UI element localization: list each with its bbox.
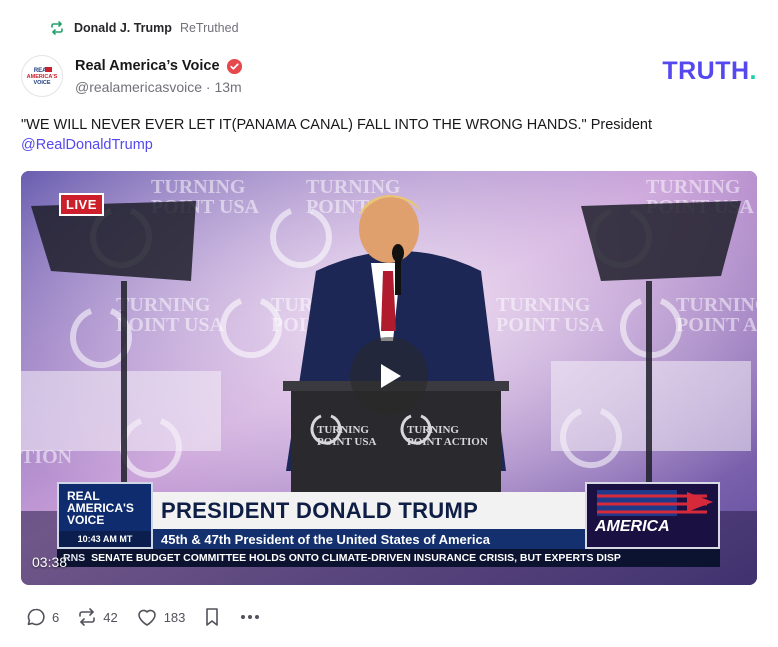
svg-text:POINT: POINT (306, 196, 370, 218)
retruth-icon (79, 608, 96, 626)
retruth-label: ReTruthed (179, 21, 239, 35)
play-icon (381, 364, 401, 388)
svg-text:TURNING: TURNING (496, 294, 591, 316)
more-icon (241, 615, 260, 619)
lower-third: REAL AMERICA'S VOICE 10:43 AM MT PRESIDE… (57, 482, 720, 549)
lt-logo-line3: VOICE (67, 513, 105, 527)
lt-headline: PRESIDENT DONALD TRUMP (161, 498, 479, 523)
avatar[interactable]: REAL AMERICA'S VOICE (21, 55, 63, 97)
lower-third-america-graphic: AMERICA (585, 482, 720, 549)
retruth-header: Donald J. Trump ReTruthed (48, 18, 239, 38)
like-count: 183 (163, 609, 186, 625)
heart-icon (137, 609, 156, 626)
truth-logo[interactable]: TRUTH. (662, 57, 757, 86)
svg-text:POINT USA: POINT USA (116, 314, 225, 336)
svg-text:TURNING: TURNING (317, 424, 369, 436)
ticker-text: SENATE BUDGET COMMITTEE HOLDS ONTO CLIMA… (91, 552, 621, 564)
reply-icon (27, 608, 45, 626)
lt-time: 10:43 AM MT (59, 531, 151, 547)
lt-subline: 45th & 47th President of the United Stat… (153, 529, 586, 549)
more-button[interactable] (239, 607, 261, 627)
svg-text:TURNING: TURNING (151, 176, 246, 198)
svg-text:POINT USA: POINT USA (317, 436, 376, 448)
lower-third-logo: REAL AMERICA'S VOICE 10:43 AM MT (57, 482, 153, 549)
live-badge: LIVE (59, 193, 104, 216)
mention-link[interactable]: @RealDonaldTrump (21, 137, 153, 153)
reply-count: 6 (52, 609, 60, 625)
account-handle-time: @realamericasvoice · 13m (75, 78, 242, 95)
action-bar: 6 42 183 (26, 606, 279, 628)
post-text: "WE WILL NEVER EVER LET IT(PANAMA CANAL)… (21, 115, 757, 155)
svg-text:TURNING: TURNING (407, 424, 459, 436)
news-ticker: RNS SENATE BUDGET COMMITTEE HOLDS ONTO C… (57, 549, 720, 567)
lower-third-main: PRESIDENT DONALD TRUMP 45th & 47th Presi… (153, 492, 586, 549)
svg-text:TURNING: TURNING (306, 176, 401, 198)
retruth-button[interactable]: 42 (77, 607, 118, 627)
account-name[interactable]: Real America’s Voice (75, 58, 220, 74)
svg-text:POINT ACTION: POINT ACTION (407, 436, 488, 448)
flag-graphic (597, 490, 713, 516)
like-button[interactable]: 183 (136, 607, 186, 627)
retruth-count: 42 (103, 609, 118, 625)
account-info: Real America’s Voice @realamericasvoice … (75, 58, 243, 95)
retruth-user[interactable]: Donald J. Trump (74, 21, 172, 35)
video-duration: 03:38 (32, 554, 68, 570)
svg-text:TURNING: TURNING (116, 294, 211, 316)
truth-logo-dot: . (749, 57, 757, 85)
video-player[interactable]: TURNINGPOINT USA TURNINGPOINT TURNINGPOI… (21, 171, 757, 585)
svg-text:POINT ACT: POINT ACT (676, 314, 757, 336)
svg-text:TURNING: TURNING (676, 294, 757, 316)
reply-button[interactable]: 6 (26, 607, 59, 627)
lt-america-text: AMERICA (595, 518, 670, 535)
svg-text:TURNING: TURNING (646, 176, 741, 198)
verified-badge-icon (226, 58, 242, 74)
retruth-icon (48, 19, 66, 37)
post-body: "WE WILL NEVER EVER LET IT(PANAMA CANAL)… (21, 117, 652, 133)
truth-logo-text: TRUTH (662, 57, 750, 85)
bookmark-button[interactable] (203, 607, 221, 627)
play-button[interactable] (350, 337, 428, 415)
bookmark-icon (206, 608, 219, 626)
svg-text:VOICE: VOICE (33, 80, 50, 86)
svg-text:POINT USA: POINT USA (496, 314, 605, 336)
post-header: REAL AMERICA'S VOICE Real America’s Voic… (21, 53, 757, 99)
